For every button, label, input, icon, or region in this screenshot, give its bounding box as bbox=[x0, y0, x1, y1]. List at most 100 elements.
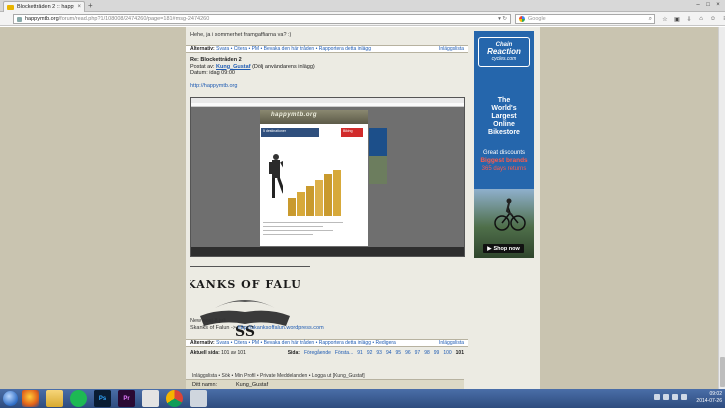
post-list-link[interactable]: Inläggslista bbox=[439, 340, 464, 346]
post-actions: Alternativ: Svara • Citera • PM • Bevaka… bbox=[190, 340, 396, 346]
firefox-icon[interactable] bbox=[22, 390, 39, 407]
scrollbar-thumb[interactable] bbox=[720, 357, 725, 387]
name-label: Ditt namn: bbox=[192, 381, 218, 388]
photoshop-icon[interactable]: Ps bbox=[94, 390, 111, 407]
clock-date: 2014-07-26 bbox=[696, 398, 722, 404]
premiere-icon[interactable]: Pr bbox=[118, 390, 135, 407]
account-icon[interactable]: ☺ bbox=[708, 14, 718, 24]
embed-text-line bbox=[263, 230, 333, 231]
embed-ad-right: Biking bbox=[341, 128, 363, 137]
ad-headline-5: Bikestore bbox=[488, 129, 520, 136]
url-text[interactable]: happymtb.org/forum/read.php?1/108008/247… bbox=[25, 16, 495, 22]
signature-link[interactable]: http://skanksoffalun.wordpress.com bbox=[238, 325, 324, 331]
explorer-icon[interactable] bbox=[46, 390, 63, 407]
previous-post-text: Hehe, ja i sommerhet framgaffiarna va? :… bbox=[190, 32, 292, 38]
page-link[interactable]: 92 bbox=[367, 350, 373, 356]
ad-offer-3: 365 days returns bbox=[481, 166, 527, 172]
home-icon[interactable]: ⌂ bbox=[696, 14, 706, 24]
chrome-icon[interactable] bbox=[166, 390, 183, 407]
signature-text: New post 8 juli Skanks of Falun -> http:… bbox=[190, 318, 324, 331]
window-controls: – □ × bbox=[693, 0, 723, 9]
embed-nav-bar bbox=[191, 103, 464, 107]
google-icon bbox=[519, 16, 525, 22]
page-link[interactable]: 99 bbox=[434, 350, 440, 356]
post-actions: Alternativ: Svara • Citera • PM • Bevaka… bbox=[190, 46, 371, 52]
pagination-bar: Aktuell sida: 101 av 101 Sida: Föregåend… bbox=[186, 349, 468, 357]
search-bar[interactable]: Google ⌕ bbox=[515, 14, 655, 24]
post-action-links[interactable]: Svara • Citera • PM • Bevaka den här trå… bbox=[216, 340, 396, 346]
tray-icon[interactable] bbox=[681, 394, 687, 400]
ad-logo: Chain Reaction cycles.com bbox=[478, 37, 530, 67]
new-tab-button[interactable]: + bbox=[88, 2, 93, 10]
system-tray bbox=[654, 394, 687, 400]
embed-logo: happymtb.org bbox=[271, 112, 317, 118]
post-body-link[interactable]: http://happymtb.org bbox=[190, 83, 315, 90]
maximize-button[interactable]: □ bbox=[703, 0, 713, 9]
page-links: Sida: Föregående Första... 91 92 93 94 9… bbox=[287, 350, 464, 356]
page-link[interactable]: 94 bbox=[386, 350, 392, 356]
menu-icon[interactable]: ≡ bbox=[720, 14, 725, 24]
recycle-icon[interactable] bbox=[190, 390, 207, 407]
browser-tab[interactable]: Blockettråden 2 :: happymtb.org × bbox=[3, 1, 85, 12]
ad-offer-1: Great discounts bbox=[482, 150, 526, 156]
chain-reaction-ad[interactable]: Chain Reaction cycles.com The World's La… bbox=[474, 31, 534, 258]
ad-headline-2: World's bbox=[491, 105, 517, 112]
cyclist-icon bbox=[494, 198, 526, 231]
bookmark-star-icon[interactable]: ☆ bbox=[660, 14, 670, 24]
search-input[interactable]: Google bbox=[528, 16, 646, 22]
page-link[interactable]: 100 bbox=[443, 350, 451, 356]
app-icon[interactable] bbox=[142, 390, 159, 407]
close-window-button[interactable]: × bbox=[713, 0, 723, 9]
embed-text-line bbox=[263, 222, 343, 223]
clock[interactable]: 09:02 2014-07-26 bbox=[696, 391, 722, 405]
post-header: Re: Blockettråden 2 Postat av: Kung_Gust… bbox=[190, 57, 315, 89]
magnifier-icon[interactable]: ⌕ bbox=[649, 16, 652, 23]
signature-line-2: Skanks of Falun -> http://skanksoffalun.… bbox=[190, 324, 324, 331]
post-action-links[interactable]: Svara • Citera • PM • Bevaka den här trå… bbox=[216, 46, 371, 52]
url-bar[interactable]: happymtb.org/forum/read.php?1/108008/247… bbox=[13, 14, 511, 24]
embed-coin-stacks bbox=[288, 170, 341, 216]
play-icon: ▶ bbox=[487, 245, 492, 252]
downloads-icon[interactable]: ⇩ bbox=[684, 14, 694, 24]
tab-close-icon[interactable]: × bbox=[77, 4, 81, 10]
embed-ad-left: 5 destinationer bbox=[261, 128, 319, 137]
ad-headline-1: The bbox=[497, 97, 511, 104]
start-orb[interactable] bbox=[3, 391, 18, 406]
minimize-button[interactable]: – bbox=[693, 0, 703, 9]
browser-tab-bar: Blockettråden 2 :: happymtb.org × + – □ … bbox=[0, 0, 725, 12]
first-page-link[interactable]: Första... bbox=[335, 350, 353, 356]
browser-nav-bar: happymtb.org/forum/read.php?1/108008/247… bbox=[0, 12, 725, 26]
page-viewport: Hehe, ja i sommerhet framgaffiarna va? :… bbox=[0, 27, 718, 389]
embed-taskbar bbox=[191, 247, 464, 256]
tray-icon[interactable] bbox=[672, 394, 678, 400]
site-identity-icon[interactable] bbox=[17, 16, 22, 22]
bookmarks-list-icon[interactable]: ▣ bbox=[672, 14, 682, 24]
tray-icon[interactable] bbox=[663, 394, 669, 400]
page-link[interactable]: 95 bbox=[396, 350, 402, 356]
toolbar-icons: ☆ ▣ ⇩ ⌂ ☺ ≡ bbox=[660, 14, 725, 24]
ad-offer-2: Biggest brands bbox=[480, 157, 528, 164]
clock-time: 09:02 bbox=[709, 391, 722, 397]
hide-user-posts-link[interactable]: (Dölj användarens inlägg) bbox=[252, 64, 315, 70]
post-author-link[interactable]: Kung_Gustaf bbox=[216, 64, 251, 70]
site-favicon-icon bbox=[7, 4, 14, 10]
tray-icon[interactable] bbox=[654, 394, 660, 400]
reply-name-row: Ditt namn: Kung_Gustaf bbox=[186, 379, 464, 389]
page-scrollbar[interactable] bbox=[718, 27, 725, 389]
page-link[interactable]: 97 bbox=[415, 350, 421, 356]
post-list-link[interactable]: Inläggslista bbox=[439, 46, 464, 52]
post-embedded-screenshot[interactable]: happymtb.org 5 destinationer Biking bbox=[190, 97, 465, 257]
current-page-info: Aktuell sida: 101 av 101 bbox=[190, 350, 246, 356]
post-actions-bar-bottom: Alternativ: Svara • Citera • PM • Bevaka… bbox=[186, 339, 468, 347]
page-link[interactable]: 91 bbox=[357, 350, 363, 356]
reload-icon[interactable]: ▾ ↻ bbox=[498, 16, 507, 22]
prev-page-link[interactable]: Föregående bbox=[304, 350, 331, 356]
embed-text-line bbox=[263, 234, 313, 235]
tab-title: Blockettråden 2 :: happymtb.org bbox=[17, 4, 74, 10]
page-link[interactable]: 98 bbox=[424, 350, 430, 356]
page-link[interactable]: 93 bbox=[376, 350, 382, 356]
embed-person-figure bbox=[269, 154, 283, 198]
page-link[interactable]: 96 bbox=[405, 350, 411, 356]
ad-shop-now-button[interactable]: ▶ Shop now bbox=[483, 244, 524, 253]
spotify-icon[interactable] bbox=[70, 390, 87, 407]
